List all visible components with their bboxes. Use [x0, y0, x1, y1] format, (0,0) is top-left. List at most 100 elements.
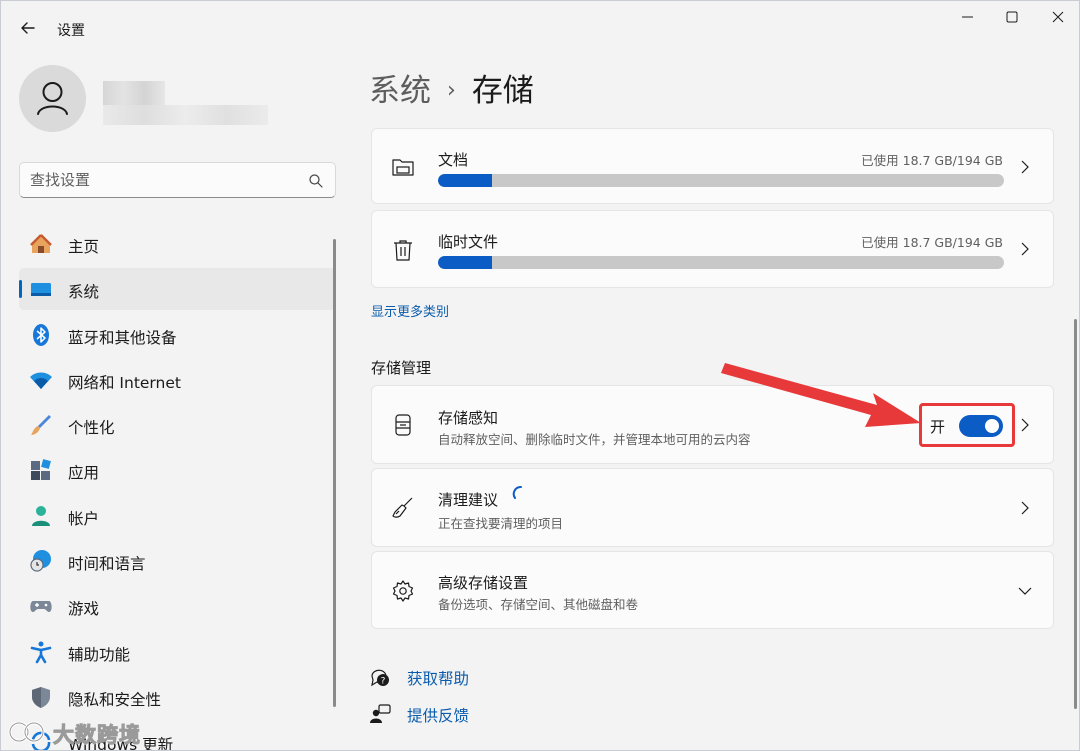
storage-sense-title: 存储感知	[438, 409, 499, 427]
sidebar-item-label: 游戏	[68, 600, 100, 619]
svg-text:?: ?	[381, 677, 386, 687]
sidebar-item-accessibility[interactable]: 辅助功能	[19, 631, 336, 673]
storage-item-title: 临时文件	[438, 233, 499, 251]
sidebar-item-network[interactable]: 网络和 Internet	[19, 359, 336, 401]
feedback-link[interactable]: 提供反馈	[407, 704, 469, 726]
profile-name-redacted	[103, 81, 165, 105]
sidebar-item-time-language[interactable]: 时间和语言	[19, 540, 336, 582]
arrow-left-icon	[21, 22, 35, 34]
storage-item-documents[interactable]: 文档 已使用 18.7 GB/194 GB	[371, 128, 1054, 204]
loading-spinner-icon	[512, 486, 522, 499]
close-icon	[1052, 11, 1064, 23]
sidebar-item-system[interactable]: 系统	[19, 268, 336, 311]
main-scrollbar[interactable]	[1074, 319, 1077, 709]
chevron-right-icon	[1021, 418, 1029, 432]
cleanup-recommendations-row[interactable]: 清理建议 正在查找要清理的项目	[371, 468, 1054, 547]
sidebar-nav: 主页 系统 蓝牙和其他设备 网络和 Internet 个性化 应用 帐户 时间和…	[19, 223, 336, 750]
settings-window: 设置 主页	[0, 0, 1080, 751]
wifi-icon	[30, 372, 52, 389]
sidebar-item-label: 网络和 Internet	[68, 373, 181, 392]
storage-usage-fill	[438, 174, 493, 187]
account-icon	[32, 505, 50, 526]
apps-icon	[31, 459, 51, 481]
feedback-icon	[370, 704, 391, 723]
advanced-title: 高级存储设置	[438, 574, 529, 592]
storage-sense-toggle[interactable]	[959, 415, 1003, 437]
storage-drive-icon	[395, 414, 411, 436]
minimize-icon	[962, 16, 973, 18]
watermark-logo-icon	[8, 721, 45, 743]
chevron-down-icon	[1018, 587, 1032, 595]
sidebar-item-apps[interactable]: 应用	[19, 449, 336, 491]
profile-email-redacted	[103, 105, 268, 125]
sidebar-item-label: 主页	[68, 238, 100, 256]
storage-item-title: 文档	[438, 151, 469, 169]
shield-icon	[32, 686, 50, 708]
trash-icon	[394, 240, 412, 261]
search-input[interactable]	[30, 169, 290, 191]
annotation-arrow-icon	[721, 363, 921, 427]
toggle-knob	[985, 419, 999, 433]
avatar[interactable]	[19, 65, 86, 132]
minimize-button[interactable]	[945, 5, 991, 29]
storage-sense-subtitle: 自动释放空间、删除临时文件，并管理本地可用的云内容	[438, 432, 751, 447]
watermark-text: 大数跨境	[53, 723, 141, 748]
sidebar-item-label: 系统	[68, 283, 100, 302]
sidebar-item-privacy[interactable]: 隐私和安全性	[19, 676, 336, 718]
sidebar-item-label: 帐户	[68, 509, 100, 528]
search-icon[interactable]	[308, 173, 324, 189]
gamepad-icon	[30, 601, 52, 613]
chevron-right-icon	[1021, 501, 1029, 515]
section-title-storage-management: 存储管理	[371, 359, 432, 377]
breadcrumb-separator: ›	[447, 78, 456, 103]
sidebar-item-bluetooth[interactable]: 蓝牙和其他设备	[19, 314, 336, 356]
breadcrumb-parent[interactable]: 系统	[369, 73, 431, 109]
close-button[interactable]	[1035, 5, 1079, 29]
sidebar-item-label: 时间和语言	[68, 555, 146, 574]
storage-sense-toggle-highlight: 开	[919, 403, 1015, 447]
advanced-storage-settings-row[interactable]: 高级存储设置 备份选项、存储空间、其他磁盘和卷	[371, 551, 1054, 629]
search-box[interactable]	[19, 162, 336, 198]
cleanup-title: 清理建议	[438, 491, 499, 509]
storage-usage-text: 已使用 18.7 GB/194 GB	[861, 235, 1003, 250]
brush-icon	[31, 415, 51, 436]
show-more-categories-link[interactable]: 显示更多类别	[371, 301, 449, 320]
page-title: 存储	[471, 73, 534, 109]
sidebar-item-label: 应用	[68, 464, 100, 483]
get-help-link[interactable]: 获取帮助	[407, 667, 469, 689]
sidebar-item-gaming[interactable]: 游戏	[19, 585, 336, 627]
storage-usage-text: 已使用 18.7 GB/194 GB	[861, 153, 1003, 168]
folder-icon	[392, 159, 414, 176]
toggle-state-label: 开	[930, 418, 946, 436]
watermark: 大数跨境	[7, 713, 187, 749]
breadcrumb: 系统 › 存储	[369, 65, 534, 110]
bluetooth-icon	[33, 323, 49, 346]
sidebar-item-label: 蓝牙和其他设备	[68, 328, 177, 347]
broom-icon	[392, 497, 413, 518]
sidebar-scrollbar[interactable]	[333, 239, 336, 707]
gear-icon	[392, 580, 414, 602]
sidebar-item-accounts[interactable]: 帐户	[19, 495, 336, 537]
cleanup-subtitle: 正在查找要清理的项目	[438, 516, 564, 531]
storage-usage-fill	[438, 256, 493, 269]
sidebar-item-home[interactable]: 主页	[19, 223, 336, 265]
sidebar-item-personalization[interactable]: 个性化	[19, 404, 336, 446]
system-icon	[31, 283, 51, 297]
storage-item-temp-files[interactable]: 临时文件 已使用 18.7 GB/194 GB	[371, 210, 1054, 288]
home-icon	[30, 234, 52, 253]
maximize-button[interactable]	[989, 5, 1035, 29]
storage-usage-bar	[438, 174, 1004, 187]
back-button[interactable]	[15, 15, 41, 41]
help-chat-icon: ?	[371, 669, 389, 687]
sidebar-item-label: 辅助功能	[68, 645, 131, 664]
chevron-right-icon	[1021, 160, 1029, 174]
accessibility-icon	[30, 641, 52, 663]
title-bar: 设置	[1, 1, 1079, 57]
user-icon	[37, 82, 68, 115]
maximize-icon	[1006, 11, 1018, 23]
storage-usage-bar	[438, 256, 1004, 269]
sidebar-item-label: 个性化	[68, 419, 115, 438]
advanced-subtitle: 备份选项、存储空间、其他磁盘和卷	[438, 597, 639, 612]
globe-clock-icon	[30, 550, 51, 572]
app-title: 设置	[57, 23, 85, 39]
